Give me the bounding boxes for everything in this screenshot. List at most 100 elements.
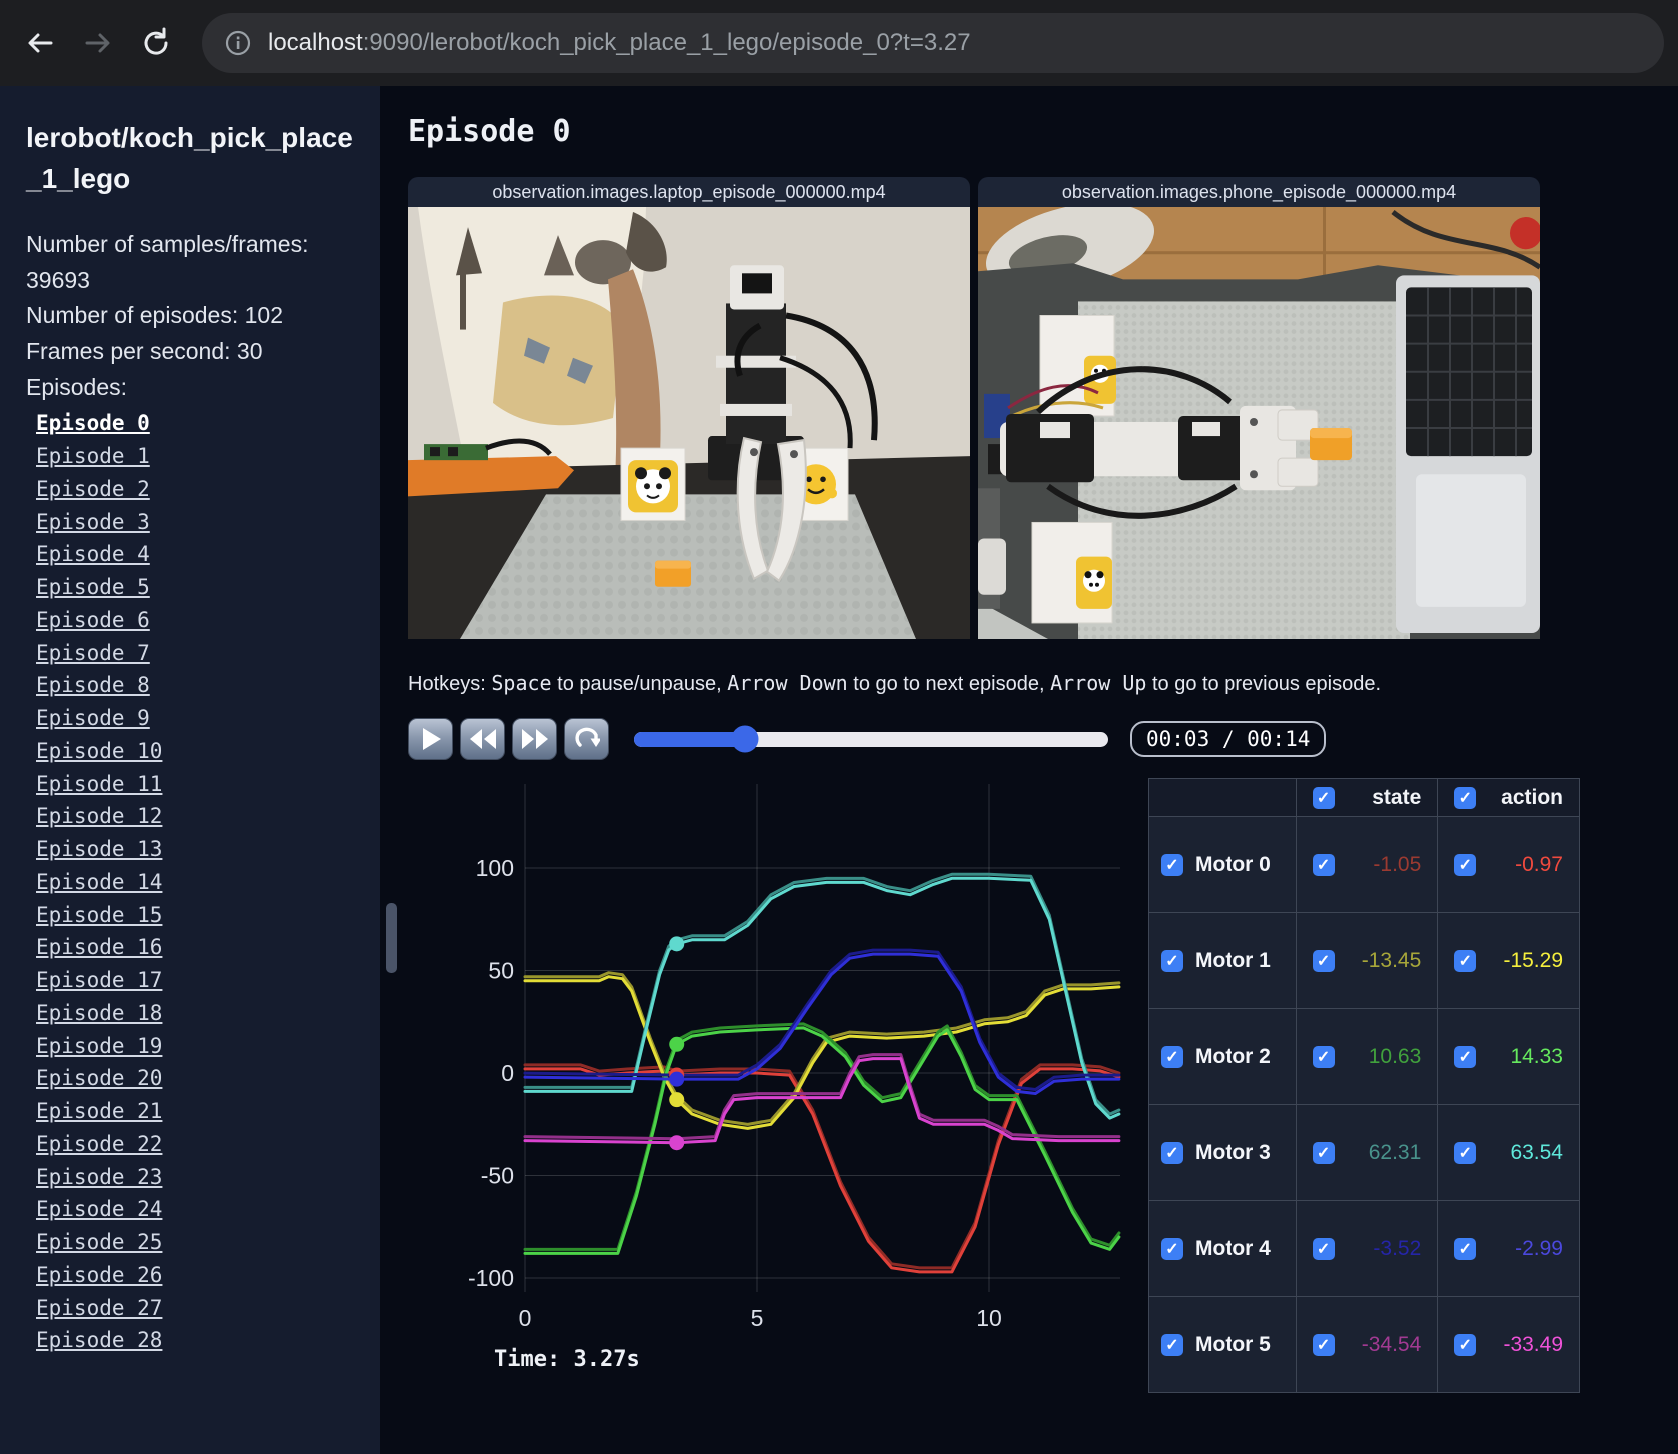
reload-icon <box>144 27 168 55</box>
hotkey-text: to go to next episode, <box>847 673 1051 695</box>
episode-link-episode-26[interactable]: Episode 26 <box>36 1259 354 1292</box>
episode-link-episode-6[interactable]: Episode 6 <box>36 604 354 637</box>
y-axis-tick: 50 <box>488 958 514 984</box>
back-button[interactable] <box>18 21 62 65</box>
sidebar: lerobot/koch_pick_place_1_lego Number of… <box>0 86 380 1454</box>
episodes-count: Number of episodes: 102 <box>26 302 283 329</box>
checkbox[interactable]: ✓ <box>1454 1045 1477 1068</box>
checkbox[interactable]: ✓ <box>1312 786 1335 809</box>
checkbox[interactable]: ✓ <box>1161 1237 1183 1260</box>
episode-link-episode-14[interactable]: Episode 14 <box>36 866 354 899</box>
play-button[interactable] <box>408 718 453 760</box>
episode-link-episode-19[interactable]: Episode 19 <box>36 1030 354 1063</box>
episode-link-episode-20[interactable]: Episode 20 <box>36 1062 354 1095</box>
checkbox[interactable]: ✓ <box>1312 949 1335 972</box>
playback-controls: 00:03 / 00:14 <box>408 718 1678 760</box>
episode-link-episode-21[interactable]: Episode 21 <box>36 1095 354 1128</box>
seek-slider-thumb[interactable] <box>731 725 759 753</box>
reload-button[interactable] <box>134 21 178 65</box>
checkbox[interactable]: ✓ <box>1454 949 1477 972</box>
episode-link-episode-11[interactable]: Episode 11 <box>36 768 354 801</box>
forward-button[interactable] <box>76 21 120 65</box>
episode-link-episode-9[interactable]: Episode 9 <box>36 702 354 735</box>
url-text[interactable]: localhost:9090/lerobot/koch_pick_place_1… <box>268 29 971 57</box>
rewind-button[interactable] <box>460 718 505 760</box>
state-value-cell: ✓ 10.63 <box>1295 1008 1439 1105</box>
dataset-title: lerobot/koch_pick_place_1_lego <box>26 122 353 194</box>
checkbox[interactable]: ✓ <box>1454 853 1477 876</box>
episode-link-episode-24[interactable]: Episode 24 <box>36 1193 354 1226</box>
episode-link-episode-23[interactable]: Episode 23 <box>36 1161 354 1194</box>
laptop-video[interactable] <box>408 207 970 639</box>
episode-link-episode-13[interactable]: Episode 13 <box>36 833 354 866</box>
fps-info: Frames per second: 30 <box>26 338 263 365</box>
checkbox[interactable]: ✓ <box>1161 853 1183 876</box>
episode-link-episode-22[interactable]: Episode 22 <box>36 1128 354 1161</box>
episode-link-episode-28[interactable]: Episode 28 <box>36 1324 354 1357</box>
checkbox[interactable]: ✓ <box>1161 1141 1183 1164</box>
episode-link-episode-8[interactable]: Episode 8 <box>36 669 354 702</box>
checkbox[interactable]: ✓ <box>1312 853 1335 876</box>
episode-link-episode-10[interactable]: Episode 10 <box>36 735 354 768</box>
checkbox[interactable]: ✓ <box>1454 1141 1477 1164</box>
episode-link-episode-7[interactable]: Episode 7 <box>36 637 354 670</box>
y-axis-tick: -50 <box>481 1163 514 1189</box>
checkbox[interactable]: ✓ <box>1312 1333 1335 1356</box>
motor-label: Motor 1 <box>1195 948 1271 972</box>
scrollbar-thumb[interactable] <box>386 903 397 973</box>
laptop-video-panel: observation.images.laptop_episode_000000… <box>408 177 970 639</box>
episode-link-episode-17[interactable]: Episode 17 <box>36 964 354 997</box>
y-axis-tick: 100 <box>476 855 514 881</box>
episode-link-episode-2[interactable]: Episode 2 <box>36 473 354 506</box>
checkbox[interactable]: ✓ <box>1454 1333 1477 1356</box>
address-bar[interactable]: localhost:9090/lerobot/koch_pick_place_1… <box>202 13 1664 73</box>
state-value-cell: ✓ -1.05 <box>1295 816 1439 913</box>
site-info-icon[interactable] <box>224 29 252 57</box>
fast-forward-button[interactable] <box>512 718 557 760</box>
motor-label: Motor 2 <box>1195 1044 1271 1068</box>
state-value-cell: ✓ 62.31 <box>1295 1104 1439 1201</box>
checkbox[interactable]: ✓ <box>1454 786 1477 809</box>
back-arrow-icon <box>28 33 53 53</box>
checkbox[interactable]: ✓ <box>1312 1045 1335 1068</box>
laptop-camera-frame <box>408 207 970 639</box>
chart-time-label: Time: 3.27s <box>494 1347 640 1372</box>
episode-link-episode-3[interactable]: Episode 3 <box>36 506 354 539</box>
episode-link-episode-4[interactable]: Episode 4 <box>36 538 354 571</box>
episode-link-episode-15[interactable]: Episode 15 <box>36 899 354 932</box>
episode-link-episode-25[interactable]: Episode 25 <box>36 1226 354 1259</box>
episode-link-episode-1[interactable]: Episode 1 <box>36 440 354 473</box>
checkbox[interactable]: ✓ <box>1454 1237 1477 1260</box>
episode-link-episode-12[interactable]: Episode 12 <box>36 800 354 833</box>
checkbox[interactable]: ✓ <box>1161 949 1183 972</box>
url-path: :9090/lerobot/koch_pick_place_1_lego/epi… <box>362 29 971 56</box>
table-row: ✓ Motor 2 ✓ 10.63 ✓ 14.33 <box>1148 1008 1580 1105</box>
motor-1-action-value: -15.29 <box>1503 948 1563 972</box>
motor-label: Motor 3 <box>1195 1140 1271 1164</box>
episode-link-episode-0[interactable]: Episode 0 <box>36 407 354 440</box>
loop-button[interactable] <box>564 718 609 760</box>
checkbox[interactable]: ✓ <box>1312 1237 1335 1260</box>
phone-video[interactable] <box>978 207 1540 639</box>
y-axis-tick: -100 <box>468 1265 514 1291</box>
seek-slider[interactable] <box>634 725 1108 753</box>
episode-link-episode-5[interactable]: Episode 5 <box>36 571 354 604</box>
url-host: localhost <box>268 29 363 56</box>
checkbox[interactable]: ✓ <box>1161 1045 1183 1068</box>
motor-chart-svg: 100500-50-1000 5 10 <box>468 784 1121 1331</box>
motor-label-cell: ✓ Motor 3 <box>1148 1104 1297 1201</box>
episode-link-episode-16[interactable]: Episode 16 <box>36 931 354 964</box>
loop-icon <box>574 727 600 747</box>
motor-4-state-value: -3.52 <box>1373 1236 1422 1260</box>
play-icon <box>422 728 441 750</box>
episode-link-episode-27[interactable]: Episode 27 <box>36 1292 354 1325</box>
table-row: ✓ Motor 4 ✓ -3.52 ✓ -2.99 <box>1148 1200 1580 1297</box>
x-axis-tick: 0 <box>519 1305 532 1331</box>
table-row: ✓ Motor 1 ✓ -13.45 ✓ -15.29 <box>1148 912 1580 1009</box>
checkbox[interactable]: ✓ <box>1161 1333 1183 1356</box>
motor-label-cell: ✓ Motor 4 <box>1148 1200 1297 1297</box>
motor-5-action-value: -33.49 <box>1503 1332 1563 1356</box>
episode-link-episode-18[interactable]: Episode 18 <box>36 997 354 1030</box>
hotkeys-help: Hotkeys: Space to pause/unpause, Arrow D… <box>408 671 1678 696</box>
checkbox[interactable]: ✓ <box>1312 1141 1335 1164</box>
